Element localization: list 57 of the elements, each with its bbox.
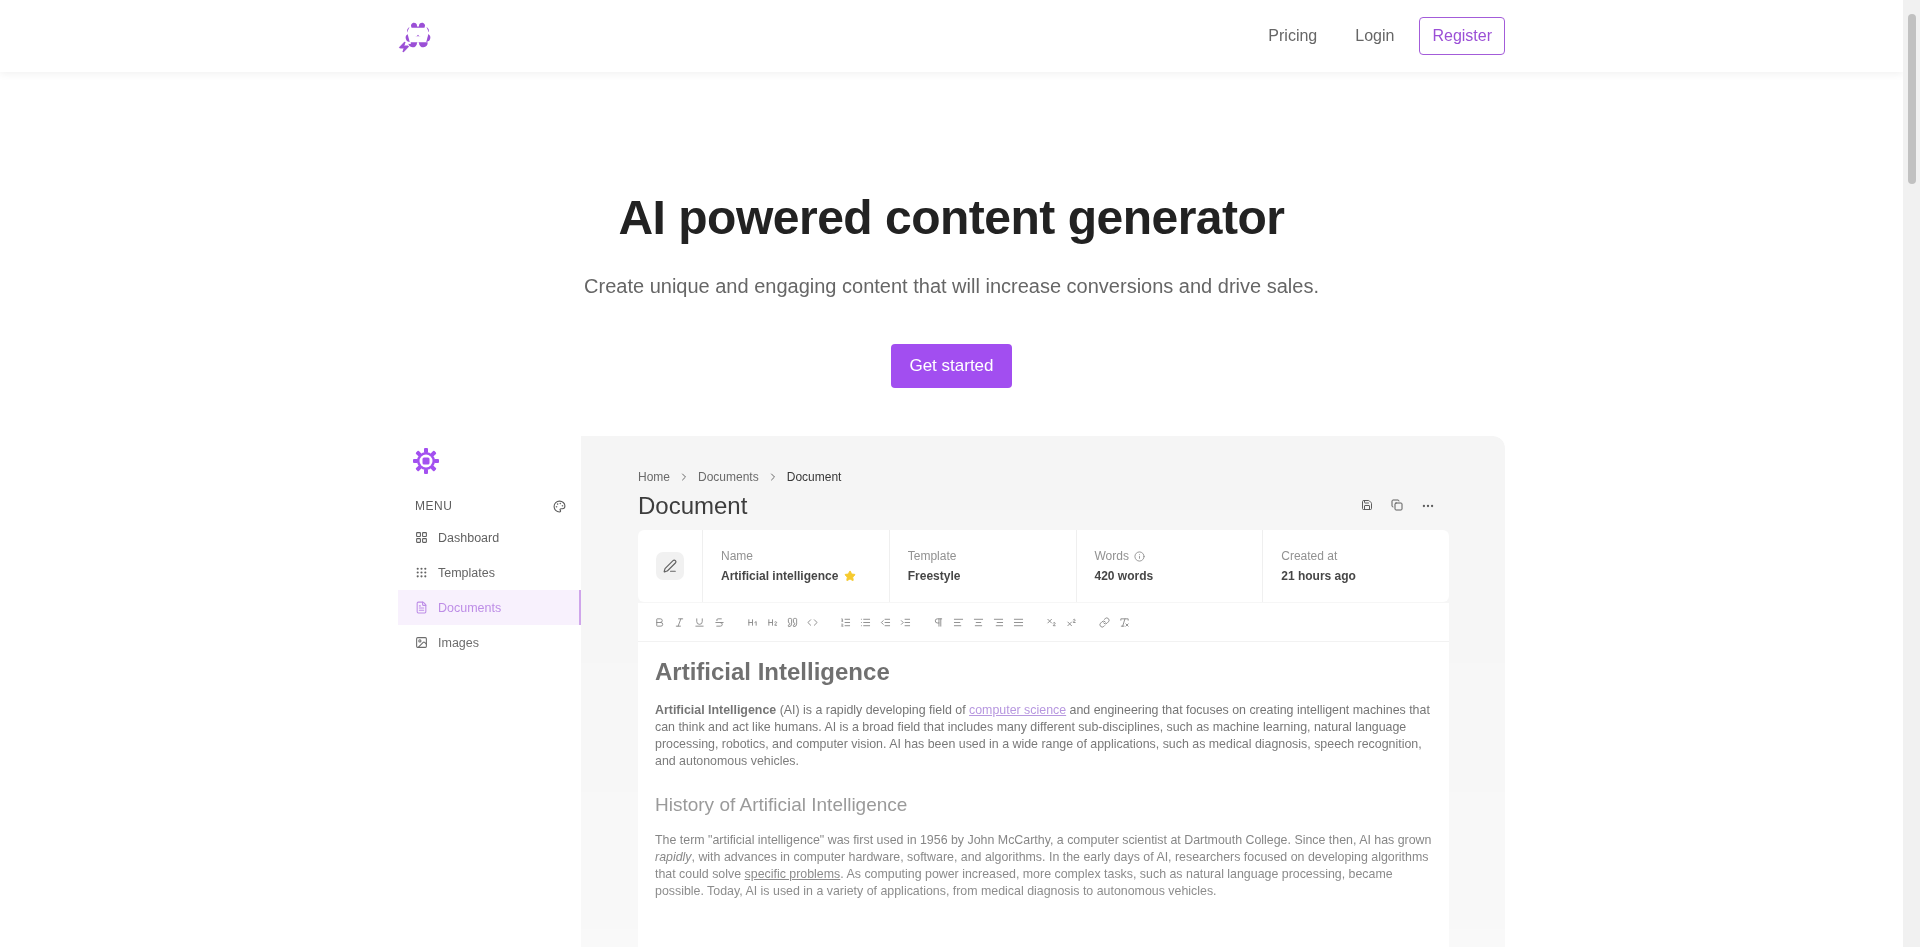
grid-icon: [415, 531, 428, 544]
palette-icon[interactable]: [553, 499, 566, 513]
sidebar-item[interactable]: Dashboard: [398, 520, 581, 555]
bullet-list-icon[interactable]: [860, 616, 871, 628]
paragraph: The term "artificial intelligence" was first used in 1956 by John McCarthy, a computer scientist at Dartmouth College. Since then, AI has grown rapidly, with advances in computer hardware, software, and algorithms. In the early days of AI, researchers focused on developing algorithms that could solve specific problems. As computing power increased, more complex tasks, such as natural language processing, became possible. Today, AI is used in a variety of applications, from medical diagnosis to autonomous vehicles.: [655, 832, 1432, 900]
paragraph: Artificial Intelligence (AI) is a rapidly developing field of computer science and engineering that focuses on creating intelligent machines that can think and act like humans. AI is a broad field that includes many different sub-disciplines, such as machine learning, natural language processing, robotics, and computer vision. AI has been used in a wide range of applications, such as medical diagnosis, speech recognition, and autonomous vehicles.: [655, 702, 1431, 770]
outdent-icon[interactable]: [880, 616, 891, 628]
heading-one-icon[interactable]: [747, 616, 758, 628]
ordered-list-icon[interactable]: [840, 616, 851, 628]
section-heading: History of Artificial Intelligence: [655, 794, 909, 816]
star-icon[interactable]: [844, 570, 857, 582]
get-started-button[interactable]: Get started: [891, 344, 1012, 388]
breadcrumb-link[interactable]: Documents: [698, 470, 759, 484]
italic-icon[interactable]: [674, 616, 685, 628]
indent-icon[interactable]: [900, 616, 911, 628]
register-button[interactable]: Register: [1419, 17, 1505, 55]
field-value: Freestyle: [907, 569, 961, 583]
sidebar-item[interactable]: Templates: [398, 555, 581, 590]
quote-icon[interactable]: [787, 616, 798, 628]
nav-link[interactable]: Pricing: [1255, 17, 1331, 55]
dots-grid-icon: [415, 566, 428, 579]
pen-icon: [656, 552, 684, 580]
strikethrough-icon[interactable]: [714, 616, 725, 628]
save-icon[interactable]: [1361, 499, 1373, 511]
field-value: 420 words: [1094, 569, 1154, 583]
hero-subtitle: Create unique and engaging content that will increase conversions and drive sales.: [584, 275, 1319, 298]
nav-link[interactable]: Login: [1342, 17, 1408, 55]
field-label: Words: [1094, 549, 1129, 563]
align-left-icon[interactable]: [953, 616, 964, 628]
breadcrumb-link[interactable]: Home: [638, 470, 670, 484]
copy-icon[interactable]: [1391, 499, 1403, 511]
align-justify-icon[interactable]: [1013, 616, 1024, 628]
heading-two-icon[interactable]: [767, 616, 778, 628]
document-heading: Artificial Intelligence: [655, 658, 891, 686]
bold-icon[interactable]: [654, 616, 665, 628]
field-label: Name: [721, 549, 753, 563]
image-icon: [415, 636, 428, 649]
superscript-icon[interactable]: [1066, 616, 1077, 628]
hero-title: AI powered content generator: [618, 190, 1285, 245]
clear-format-icon[interactable]: [1119, 616, 1130, 628]
sidebar-item[interactable]: Images: [398, 625, 581, 660]
document-title: Document: [638, 492, 748, 520]
paragraph-icon[interactable]: [933, 616, 944, 628]
document-icon: [415, 601, 428, 614]
menu-heading: MENU: [415, 499, 453, 513]
field-label: Template: [907, 549, 957, 563]
align-right-icon[interactable]: [993, 616, 1004, 628]
breadcrumb-link[interactable]: Document: [786, 470, 842, 484]
field-value: 21 hours ago: [1281, 569, 1356, 583]
align-center-icon[interactable]: [973, 616, 984, 628]
field-label: Created at: [1281, 549, 1338, 563]
info-icon[interactable]: [1133, 550, 1145, 562]
link-icon[interactable]: [1099, 616, 1110, 628]
subscript-icon[interactable]: [1046, 616, 1057, 628]
code-icon[interactable]: [807, 616, 818, 628]
underline-icon[interactable]: [694, 616, 705, 628]
field-value: Artificial intelligence: [721, 569, 839, 583]
